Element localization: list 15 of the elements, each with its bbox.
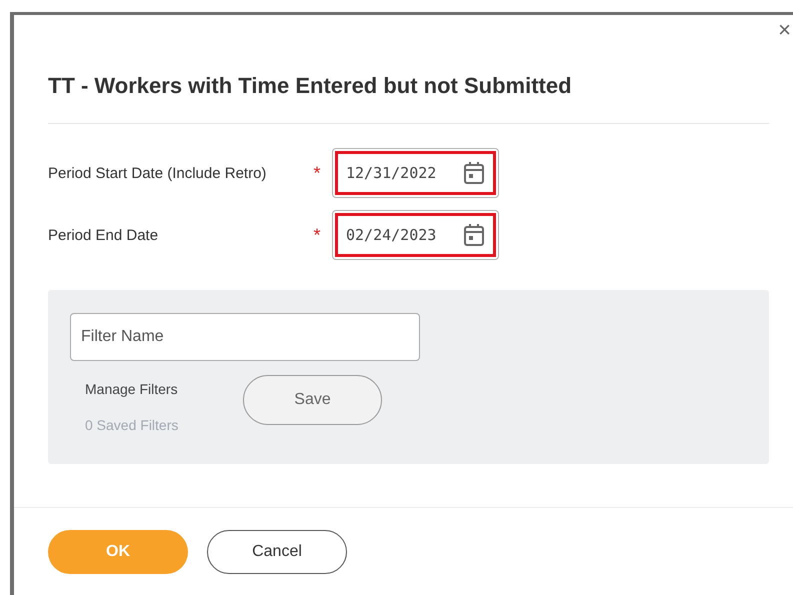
field-label: Period End Date — [48, 226, 160, 244]
cancel-button[interactable]: Cancel — [207, 530, 347, 574]
calendar-icon[interactable] — [463, 223, 485, 247]
required-marker: * — [312, 224, 322, 246]
dialog-title: TT - Workers with Time Entered but not Submitted — [48, 73, 573, 99]
date-field[interactable]: 12/31/2022 — [332, 148, 499, 198]
calendar-icon[interactable] — [463, 161, 485, 185]
saved-filters-count: 0 Saved Filters — [85, 417, 180, 433]
date-field[interactable]: 02/24/2023 — [332, 210, 499, 260]
filter-name-field[interactable]: Filter Name — [70, 313, 420, 361]
required-marker: * — [312, 162, 322, 184]
close-button[interactable]: × — [778, 19, 791, 41]
manage-filters-label: Manage Filters — [85, 381, 179, 397]
save-button[interactable]: Save — [243, 375, 382, 425]
field-label: Period Start Date (Include Retro) — [48, 164, 268, 182]
